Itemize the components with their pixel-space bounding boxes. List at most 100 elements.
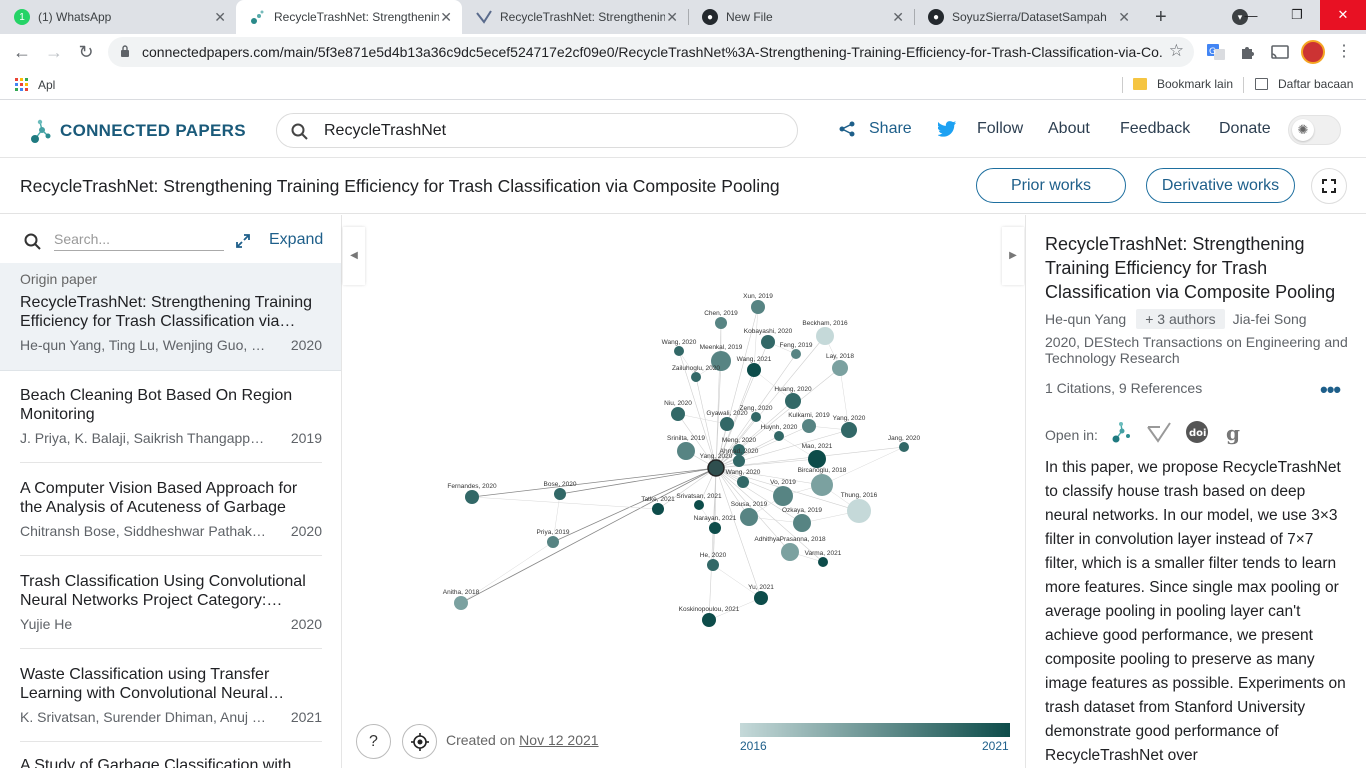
graph-node[interactable]	[691, 372, 701, 382]
graph-node-label: Bose, 2020	[544, 481, 577, 488]
graph-node[interactable]	[707, 559, 719, 571]
graph-node[interactable]	[791, 349, 801, 359]
tab-github-dataset[interactable]: ● SoyuzSierra/DatasetSampah ✕	[914, 0, 1140, 34]
reload-icon[interactable]: ↻	[74, 40, 98, 64]
graph-node[interactable]	[709, 522, 721, 534]
last-author[interactable]: Jia-fei Song	[1233, 311, 1307, 327]
reading-list[interactable]: Daftar bacaan	[1255, 77, 1353, 91]
tab-semanticscholar[interactable]: RecycleTrashNet: Strengthening ✕	[462, 0, 688, 34]
close-tab-icon[interactable]: ✕	[892, 9, 904, 26]
minimize-button[interactable]: —	[1228, 0, 1274, 30]
graph-node-label: Meng, 2020	[722, 437, 757, 444]
graph-node[interactable]	[671, 407, 685, 421]
graph-node[interactable]	[751, 412, 761, 422]
graph-node[interactable]	[740, 508, 758, 526]
close-tab-icon[interactable]: ✕	[666, 9, 678, 26]
logo[interactable]: CONNECTED PAPERS	[30, 118, 246, 144]
about-link[interactable]: About	[1048, 120, 1090, 138]
graph-node[interactable]	[818, 557, 828, 567]
citation-graph[interactable]: Xun, 2019 Chen, 2019 Beckham, 2016 Kobayash…	[343, 215, 1024, 768]
graph-node[interactable]	[737, 476, 749, 488]
graph-node[interactable]	[773, 486, 793, 506]
restore-button[interactable]: ❐	[1274, 0, 1320, 30]
graph-node[interactable]	[785, 393, 801, 409]
doi-icon[interactable]: doi	[1184, 419, 1210, 445]
more-options-icon[interactable]: •••	[1320, 377, 1341, 403]
address-bar[interactable]: connectedpapers.com/main/5f3e871e5d4b13a…	[108, 37, 1194, 67]
semantic-scholar-icon[interactable]	[1146, 419, 1172, 445]
graph-node[interactable]	[816, 327, 834, 345]
donate-link[interactable]: Donate	[1219, 120, 1271, 138]
help-button[interactable]: ?	[356, 724, 391, 759]
graph-node[interactable]	[899, 442, 909, 452]
close-tab-icon[interactable]: ✕	[1118, 9, 1130, 26]
graph-node[interactable]	[754, 591, 768, 605]
graph-node[interactable]	[781, 543, 799, 561]
forward-icon[interactable]: →	[42, 40, 66, 64]
apps-bookmark[interactable]: Apl	[14, 77, 55, 93]
graph-node[interactable]	[547, 536, 559, 548]
more-authors-button[interactable]: + 3 authors	[1136, 309, 1225, 329]
graph-node[interactable]	[454, 596, 468, 610]
graph-node[interactable]	[841, 422, 857, 438]
graph-node[interactable]	[811, 474, 833, 496]
graph-node[interactable]	[847, 499, 871, 523]
list-search-input[interactable]: Search...	[54, 231, 224, 251]
graph-node[interactable]	[702, 613, 716, 627]
google-scholar-icon[interactable]: g	[1222, 419, 1248, 445]
close-window-button[interactable]: ✕	[1320, 0, 1366, 30]
fullscreen-button[interactable]	[1311, 168, 1347, 204]
feedback-link[interactable]: Feedback	[1120, 120, 1190, 138]
graph-node[interactable]	[832, 360, 848, 376]
graph-node[interactable]	[802, 419, 816, 433]
graph-node[interactable]	[674, 346, 684, 356]
cast-icon[interactable]	[1270, 42, 1290, 62]
graph-node-label: Srivatsan, 2021	[676, 493, 722, 500]
new-tab-button[interactable]: +	[1155, 6, 1167, 29]
translate-icon[interactable]: G	[1206, 42, 1226, 62]
graph-node[interactable]	[733, 455, 745, 467]
chrome-menu-icon[interactable]: ⋮	[1336, 41, 1352, 61]
created-date-link[interactable]: Nov 12 2021	[519, 732, 598, 748]
graph-search-input[interactable]: RecycleTrashNet	[276, 113, 798, 148]
dark-mode-toggle[interactable]: ✺	[1288, 115, 1341, 145]
graph-node[interactable]	[747, 363, 761, 377]
graph-node[interactable]	[761, 335, 775, 349]
tab-whatsapp[interactable]: 1 (1) WhatsApp ✕	[0, 0, 236, 34]
detail-citations: 1 Citations, 9 References	[1045, 380, 1203, 396]
back-icon[interactable]: ←	[10, 40, 34, 64]
extensions-icon[interactable]	[1238, 42, 1258, 62]
graph-node[interactable]	[751, 300, 765, 314]
derivative-works-button[interactable]: Derivative works	[1146, 168, 1295, 203]
recenter-button[interactable]	[402, 724, 437, 759]
connectedpapers-icon	[250, 9, 266, 25]
tab-github-newfile[interactable]: ● New File ✕	[688, 0, 914, 34]
follow-button[interactable]: Follow	[938, 120, 1023, 138]
profile-avatar[interactable]	[1301, 40, 1325, 64]
graph-node[interactable]	[715, 317, 727, 329]
graph-area[interactable]: ◀ ▶ Xun, 2019 Chen, 2019 Beckham, 2016 Koba…	[343, 215, 1024, 768]
graph-node[interactable]	[720, 417, 734, 431]
graph-node[interactable]	[554, 488, 566, 500]
other-bookmarks[interactable]: Bookmark lain	[1133, 77, 1233, 91]
graph-node[interactable]	[808, 450, 826, 468]
search-icon	[291, 123, 308, 140]
graph-node[interactable]	[465, 490, 479, 504]
bookmark-star-icon[interactable]: ☆	[1169, 41, 1184, 61]
close-tab-icon[interactable]: ✕	[214, 9, 226, 26]
graph-node[interactable]	[652, 503, 664, 515]
graph-node[interactable]	[707, 459, 725, 477]
origin-paper-item[interactable]: Origin paper RecycleTrashNet: Strengthen…	[0, 263, 341, 371]
connected-papers-icon[interactable]	[1109, 419, 1135, 445]
graph-node[interactable]	[774, 431, 784, 441]
first-author[interactable]: He-qun Yang	[1045, 311, 1126, 327]
tab-connectedpapers-active[interactable]: RecycleTrashNet: Strengthening ✕	[236, 0, 462, 34]
share-button[interactable]: Share	[838, 120, 912, 138]
graph-node[interactable]	[793, 514, 811, 532]
graph-node[interactable]	[694, 500, 704, 510]
close-tab-icon[interactable]: ✕	[440, 9, 452, 26]
prior-works-button[interactable]: Prior works	[976, 168, 1126, 203]
graph-node[interactable]	[677, 442, 695, 460]
expand-icon[interactable]	[236, 234, 250, 248]
expand-button[interactable]: Expand	[269, 231, 323, 249]
